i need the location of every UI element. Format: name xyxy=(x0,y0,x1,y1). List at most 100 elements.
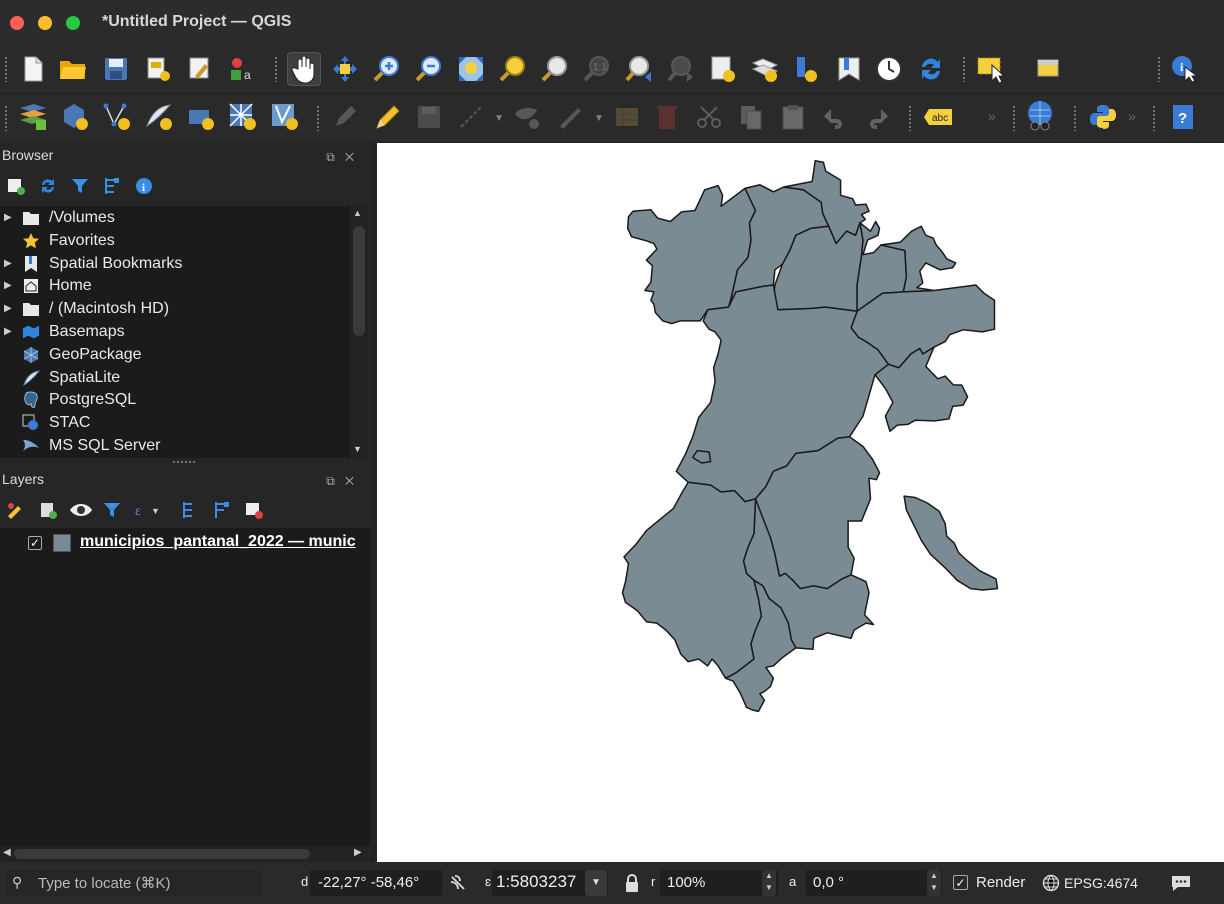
new-bookmark-icon[interactable] xyxy=(708,54,738,84)
pan-icon[interactable] xyxy=(287,52,321,86)
expand-arrow-icon[interactable]: ▶ xyxy=(4,207,12,229)
panel-resize-handle[interactable] xyxy=(172,460,196,464)
pan-to-selection-icon[interactable] xyxy=(330,54,360,84)
new-spatial-bookmark-icon[interactable] xyxy=(792,54,822,84)
scale-dropdown-button[interactable]: ▼ xyxy=(585,870,607,896)
new-mesh-layer-icon[interactable] xyxy=(270,102,300,132)
minimize-window-button[interactable] xyxy=(38,16,52,30)
scroll-right-icon[interactable]: ▶ xyxy=(354,847,362,858)
panel-float-close-icons[interactable]: ⧉✕ xyxy=(326,470,364,492)
browser-item[interactable]: ▶ Basemaps xyxy=(0,321,350,343)
python-console-icon[interactable] xyxy=(1088,102,1118,132)
toolbar-grip[interactable] xyxy=(4,56,8,82)
copy-features-icon[interactable] xyxy=(736,102,766,132)
current-edits-icon[interactable] xyxy=(330,102,360,132)
close-window-button[interactable] xyxy=(10,16,24,30)
info-icon[interactable]: i xyxy=(134,176,154,196)
municipality-polygon[interactable] xyxy=(621,481,763,680)
browser-item[interactable]: GeoPackage xyxy=(0,344,350,366)
toolbar-grip[interactable] xyxy=(274,56,278,82)
open-attribute-table-icon[interactable] xyxy=(1034,54,1064,84)
open-project-icon[interactable] xyxy=(58,54,88,84)
zoom-to-selection-icon[interactable] xyxy=(498,54,528,84)
collapse-all-icon[interactable] xyxy=(212,500,232,520)
expand-arrow-icon[interactable]: ▶ xyxy=(4,275,12,297)
zoom-out-icon[interactable] xyxy=(414,54,444,84)
add-selected-layers-icon[interactable] xyxy=(6,176,26,196)
help-icon[interactable]: ? xyxy=(1168,102,1198,132)
toggle-editing-icon[interactable] xyxy=(372,102,402,132)
layer-name[interactable]: municipios_pantanal_2022 — munic xyxy=(80,533,368,551)
messages-icon[interactable] xyxy=(1170,873,1192,893)
zoom-next-icon[interactable] xyxy=(666,54,696,84)
paste-features-icon[interactable] xyxy=(778,102,808,132)
toolbar-overflow-icon[interactable]: » xyxy=(988,108,996,124)
toggle-extents-icon[interactable] xyxy=(449,874,469,892)
print-layout-icon[interactable] xyxy=(143,54,173,84)
toolbar-grip[interactable] xyxy=(1152,105,1156,131)
remove-layer-icon[interactable] xyxy=(244,500,264,520)
select-features-icon[interactable] xyxy=(976,54,1006,84)
zoom-in-icon[interactable] xyxy=(372,54,402,84)
toolbar-grip[interactable] xyxy=(962,56,966,82)
crs-value[interactable]: EPSG:4674 xyxy=(1064,875,1138,891)
toolbar-grip[interactable] xyxy=(1012,105,1016,131)
layers-horizontal-scrollbar[interactable]: ◀ ▶ xyxy=(0,846,368,862)
filter-icon[interactable] xyxy=(70,176,90,196)
browser-item[interactable]: MS SQL Server xyxy=(0,435,350,457)
add-group-icon[interactable] xyxy=(38,500,58,520)
toolbar-grip[interactable] xyxy=(1157,56,1161,82)
dock-splitter[interactable] xyxy=(370,143,377,863)
new-virtual-layer-icon[interactable] xyxy=(228,102,258,132)
layers-list[interactable]: ✓ municipios_pantanal_2022 — munic xyxy=(0,528,370,846)
expand-arrow-icon[interactable]: ▶ xyxy=(4,253,12,275)
chevron-down-icon[interactable]: ▼ xyxy=(494,113,504,124)
toolbar-grip[interactable] xyxy=(1073,105,1077,131)
rotation-spinner[interactable]: ▲ ▼ xyxy=(927,870,941,896)
style-manager-icon[interactable]: a xyxy=(227,54,257,84)
label-abc-icon[interactable]: abc xyxy=(922,102,954,132)
redo-icon[interactable] xyxy=(862,102,892,132)
scroll-left-icon[interactable]: ◀ xyxy=(3,847,11,858)
new-temporary-layer-icon[interactable] xyxy=(186,102,216,132)
new-shapefile-layer-icon[interactable] xyxy=(102,102,132,132)
toolbar-overflow-icon[interactable]: » xyxy=(1128,108,1136,124)
lock-scale-icon[interactable] xyxy=(624,873,640,893)
expand-all-icon[interactable] xyxy=(180,500,200,520)
browser-item[interactable]: SpatiaLite xyxy=(0,367,350,389)
data-source-manager-icon[interactable] xyxy=(18,102,48,132)
toolbar-grip[interactable] xyxy=(908,105,912,131)
show-spatial-bookmarks-icon[interactable] xyxy=(834,54,864,84)
browser-item[interactable]: ▶ Home xyxy=(0,275,350,297)
municipality-polygon[interactable] xyxy=(903,495,999,591)
scale-value[interactable]: 1:5803237 xyxy=(496,872,576,892)
locator-search[interactable]: ⚲ Type to locate (⌘K) xyxy=(6,870,262,896)
refresh-icon[interactable] xyxy=(916,54,946,84)
browser-scrollbar[interactable]: ▲ ▼ xyxy=(350,206,368,458)
refresh-icon[interactable] xyxy=(38,176,58,196)
cut-features-icon[interactable] xyxy=(694,102,724,132)
browser-item[interactable]: PostgreSQL xyxy=(0,389,350,411)
browser-item[interactable]: Favorites xyxy=(0,230,350,252)
browser-item[interactable]: STAC xyxy=(0,412,350,434)
filter-legend-icon[interactable] xyxy=(102,500,122,520)
trash-icon[interactable] xyxy=(652,102,682,132)
layer-row[interactable]: ✓ municipios_pantanal_2022 — munic xyxy=(0,531,370,555)
render-checkbox[interactable]: ✓ xyxy=(953,875,968,890)
browser-item[interactable]: ▶ / (Macintosh HD) xyxy=(0,298,350,320)
browser-item[interactable]: ▶ /Volumes xyxy=(0,207,350,229)
show-bookmarks-icon[interactable] xyxy=(750,54,780,84)
crs-globe-icon[interactable] xyxy=(1042,874,1060,892)
locator-placeholder[interactable]: Type to locate (⌘K) xyxy=(38,874,171,892)
browser-tree[interactable]: ▶ /Volumes Favorites ▶ Spatial Bookmarks ▶ Hom… xyxy=(0,206,350,458)
rotation-value[interactable]: 0,0 ° xyxy=(813,874,844,891)
map-canvas[interactable] xyxy=(377,143,1224,863)
temporal-controller-icon[interactable] xyxy=(874,54,904,84)
toolbar-grip[interactable] xyxy=(4,105,8,131)
scrollbar-thumb[interactable] xyxy=(14,849,310,859)
visibility-eye-icon[interactable] xyxy=(68,500,94,520)
toolbar-grip[interactable] xyxy=(316,105,320,131)
zoom-full-icon[interactable] xyxy=(456,54,486,84)
collapse-all-icon[interactable] xyxy=(102,176,122,196)
layer-symbol-swatch[interactable] xyxy=(53,534,71,552)
